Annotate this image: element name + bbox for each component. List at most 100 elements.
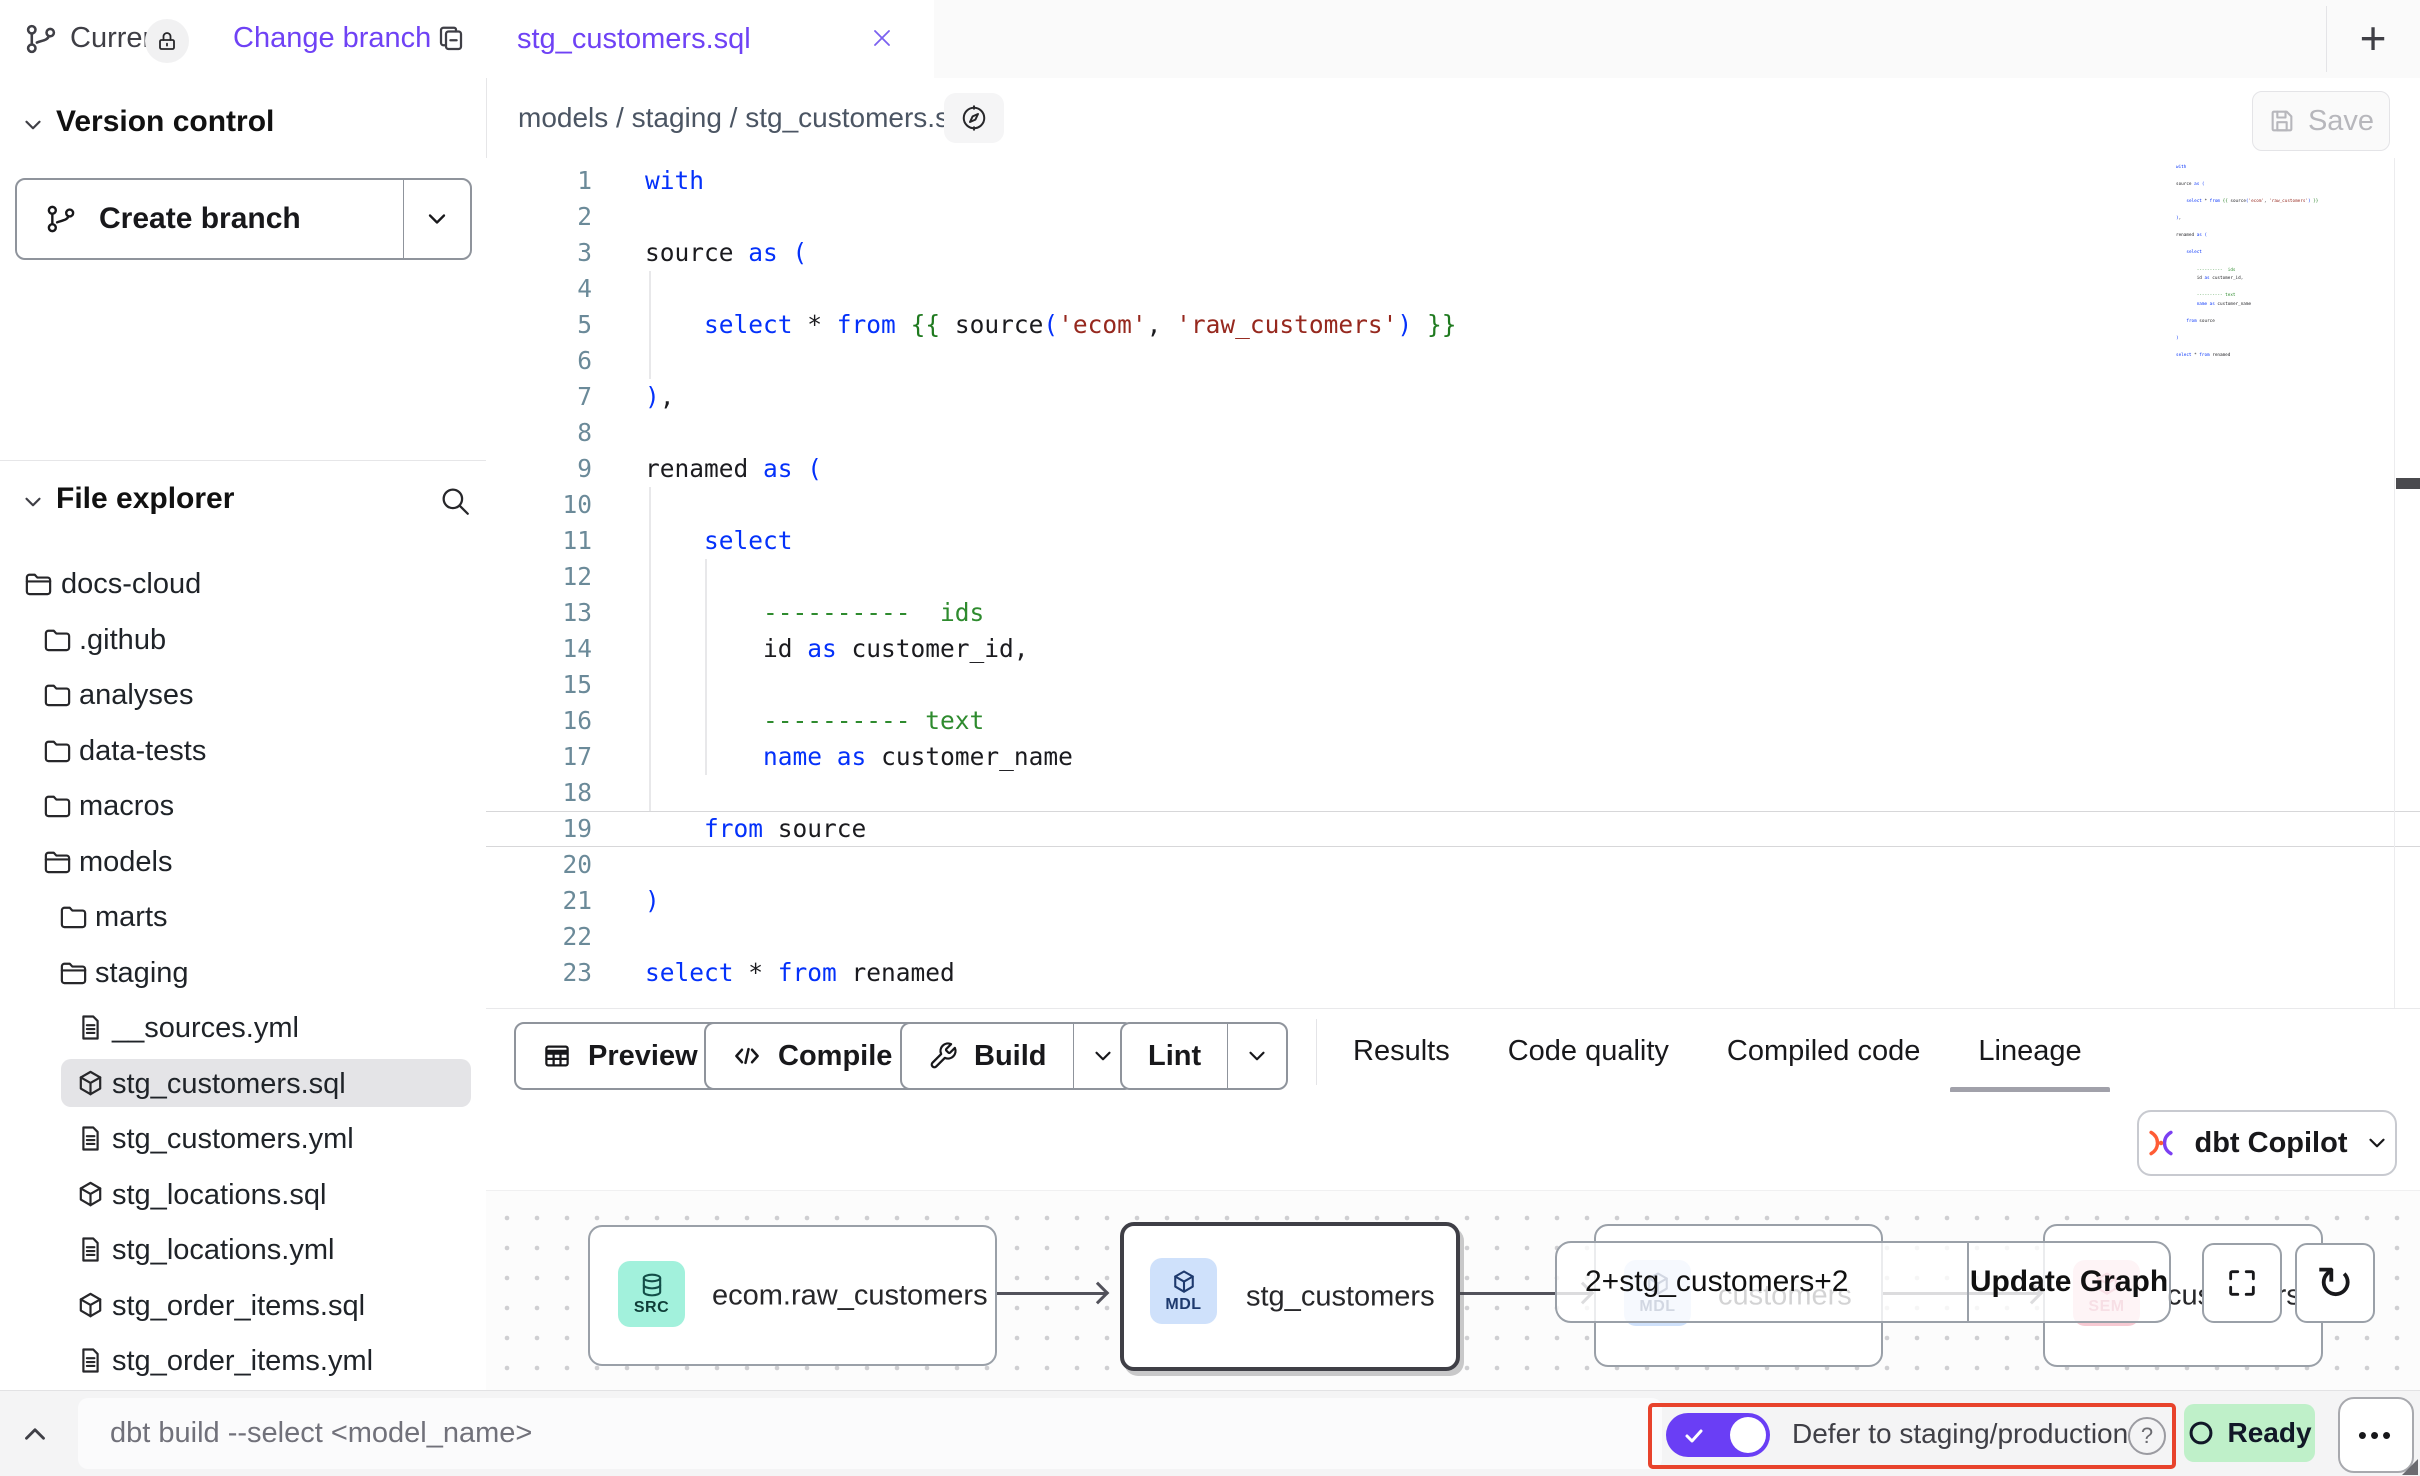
chevron-down-icon — [20, 489, 46, 515]
preview-button[interactable]: Preview — [514, 1022, 726, 1090]
lineage-canvas[interactable]: SRCecom.raw_customersMDLstg_customersMDL… — [486, 1190, 2420, 1391]
compile-button[interactable]: Compile — [704, 1022, 920, 1090]
file-tree-item-stg_order_items.sql[interactable]: stg_order_items.sql — [0, 1278, 486, 1334]
scrollbar-thumb[interactable] — [2396, 478, 2420, 489]
copilot-row: dbt Copilot — [486, 1092, 2420, 1190]
panel-toolbar: Preview Compile Build Lint — [486, 1008, 2420, 1093]
create-branch-label: Create branch — [99, 202, 301, 236]
code-line-18[interactable]: 18 — [486, 775, 2420, 811]
file-name: analyses — [79, 679, 193, 712]
dbt-copilot-button[interactable]: dbt Copilot — [2137, 1110, 2397, 1176]
code-line-4[interactable]: 4 — [486, 271, 2420, 307]
tab-compiled-code[interactable]: Compiled code — [1727, 1009, 1920, 1093]
model-icon — [75, 1290, 106, 1321]
new-tab-button[interactable]: + — [2340, 0, 2406, 76]
file-tree-item-.github[interactable]: .github — [0, 612, 486, 668]
code-lines[interactable]: 1with23source as (45 select * from {{ so… — [486, 163, 2420, 991]
toggle-knob — [1730, 1417, 1766, 1453]
code-line-8[interactable]: 8 — [486, 415, 2420, 451]
file-name: stg_customers.sql — [112, 1068, 346, 1101]
file-tree-item-stg_customers.sql[interactable]: stg_customers.sql — [0, 1056, 486, 1112]
panel-tabs: Results Code quality Compiled code Lineage — [1353, 1009, 2082, 1093]
code-line-3[interactable]: 3source as ( — [486, 235, 2420, 271]
code-line-6[interactable]: 6 — [486, 343, 2420, 379]
tab-stg-customers-sql[interactable]: stg_customers.sql — [486, 0, 935, 78]
file-name: stg_order_items.yml — [112, 1345, 373, 1378]
close-icon[interactable] — [870, 26, 894, 50]
search-icon[interactable] — [438, 484, 472, 518]
refresh-icon[interactable]: ↻ — [2295, 1243, 2375, 1323]
code-line-23[interactable]: 23select * from renamed — [486, 955, 2420, 991]
code-line-1[interactable]: 1with — [486, 163, 2420, 199]
file-tree-item-__sources.yml[interactable]: __sources.yml — [0, 1000, 486, 1056]
file-name: stg_locations.yml — [112, 1234, 334, 1267]
file-name: docs-cloud — [61, 568, 201, 601]
file-tree-item-stg_locations.yml[interactable]: stg_locations.yml — [0, 1222, 486, 1278]
code-line-15[interactable]: 15 — [486, 667, 2420, 703]
file-tree-item-macros[interactable]: macros — [0, 778, 486, 834]
minimap[interactable]: withsource as ( select * from {{ source(… — [2176, 164, 2308, 361]
code-line-22[interactable]: 22 — [486, 919, 2420, 955]
file-name: stg_locations.sql — [112, 1179, 326, 1212]
code-line-21[interactable]: 21) — [486, 883, 2420, 919]
code-line-11[interactable]: 11 select — [486, 523, 2420, 559]
create-branch-dropdown[interactable] — [403, 180, 470, 258]
code-editor[interactable]: 1with23source as (45 select * from {{ so… — [486, 158, 2420, 1008]
code-line-16[interactable]: 16 ---------- text — [486, 703, 2420, 739]
defer-toggle[interactable] — [1666, 1413, 1770, 1457]
file-tree-item-stg_order_items.yml[interactable]: stg_order_items.yml — [0, 1333, 486, 1389]
lineage-selector-input[interactable]: 2+stg_customers+2 — [1557, 1243, 1967, 1321]
code-line-5[interactable]: 5 select * from {{ source('ecom', 'raw_c… — [486, 307, 2420, 343]
code-line-17[interactable]: 17 name as customer_name — [486, 739, 2420, 775]
save-button[interactable]: Save — [2252, 91, 2390, 151]
code-line-7[interactable]: 7), — [486, 379, 2420, 415]
change-branch-link[interactable]: Change branch — [233, 22, 431, 55]
update-graph-button[interactable]: Update Graph — [1967, 1243, 2169, 1321]
code-line-20[interactable]: 20 — [486, 847, 2420, 883]
create-branch-button[interactable]: Create branch — [15, 178, 472, 260]
file-tree-item-docs-cloud[interactable]: docs-cloud — [0, 556, 486, 612]
lineage-edge — [993, 1292, 1107, 1295]
lint-button[interactable]: Lint — [1120, 1022, 1288, 1090]
file-tree-item-marts[interactable]: marts — [0, 889, 486, 945]
lineage-node-stg_customers[interactable]: MDLstg_customers — [1120, 1222, 1460, 1371]
resize-handle[interactable] — [2402, 1459, 2418, 1475]
tab-lineage[interactable]: Lineage — [1978, 1009, 2081, 1093]
help-icon[interactable]: ? — [2128, 1417, 2166, 1455]
copy-icon[interactable] — [436, 24, 466, 54]
code-line-14[interactable]: 14 id as customer_id, — [486, 631, 2420, 667]
copilot-compass-icon[interactable] — [944, 93, 1004, 143]
file-name: stg_order_items.sql — [112, 1290, 365, 1323]
version-control-section[interactable]: Version control — [0, 103, 486, 147]
build-button[interactable]: Build — [900, 1022, 1134, 1090]
dbt-ide-window: Current Change branch stg_customers.sql — [0, 0, 2420, 1476]
file-name: macros — [79, 790, 174, 823]
file-explorer-section[interactable]: File explorer — [0, 480, 486, 524]
lineage-node-ecom.raw_customers[interactable]: SRCecom.raw_customers — [588, 1225, 997, 1366]
code-line-10[interactable]: 10 — [486, 487, 2420, 523]
file-icon — [75, 1012, 106, 1043]
code-line-12[interactable]: 12 — [486, 559, 2420, 595]
fullscreen-button[interactable] — [2202, 1243, 2282, 1323]
status-badge: Ready — [2184, 1404, 2315, 1462]
tab-bar-empty — [934, 0, 2420, 79]
tab-bar-divider — [2326, 6, 2327, 72]
code-line-13[interactable]: 13 ---------- ids — [486, 595, 2420, 631]
status-circle-icon — [2187, 1419, 2215, 1447]
file-tree-item-staging[interactable]: staging — [0, 945, 486, 1001]
file-tree-item-analyses[interactable]: analyses — [0, 667, 486, 723]
tab-code-quality[interactable]: Code quality — [1508, 1009, 1669, 1093]
code-line-19[interactable]: 19 from source — [486, 811, 2420, 847]
tab-results[interactable]: Results — [1353, 1009, 1450, 1093]
code-line-9[interactable]: 9renamed as ( — [486, 451, 2420, 487]
collapse-panel-icon[interactable] — [18, 1417, 52, 1451]
breadcrumb: models / staging / stg_customers.sql — [518, 102, 971, 134]
lint-dropdown[interactable] — [1227, 1024, 1286, 1088]
file-tree-item-models[interactable]: models — [0, 834, 486, 890]
file-tree-item-stg_locations.sql[interactable]: stg_locations.sql — [0, 1167, 486, 1223]
command-input[interactable]: dbt build --select <model_name> — [78, 1398, 1662, 1469]
node-name: stg_customers — [1246, 1280, 1435, 1313]
file-tree-item-data-tests[interactable]: data-tests — [0, 723, 486, 779]
code-line-2[interactable]: 2 — [486, 199, 2420, 235]
file-tree-item-stg_customers.yml[interactable]: stg_customers.yml — [0, 1111, 486, 1167]
